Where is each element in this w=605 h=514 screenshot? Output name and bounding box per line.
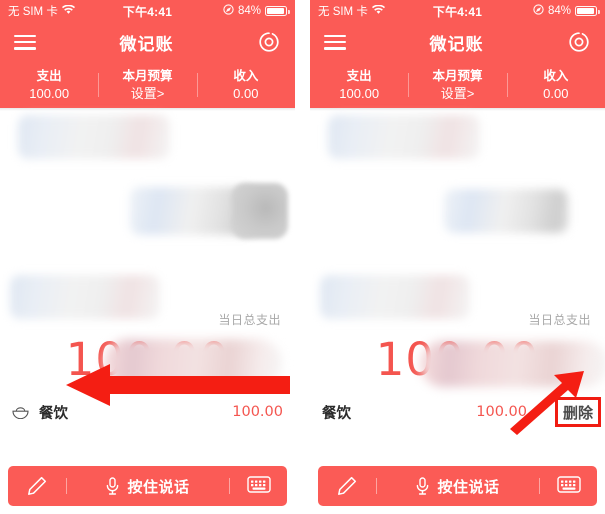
battery-icon [265,6,290,16]
keyboard-button[interactable] [229,466,287,506]
stat-income-label: 收入 [543,68,569,83]
stat-budget-label: 本月预算 [122,68,173,83]
keyboard-button[interactable] [539,466,597,506]
keyboard-icon [247,475,271,497]
status-bar: 无 SIM 卡 下午4:41 84% [0,0,295,22]
stat-expense-label: 支出 [36,68,62,83]
status-bar-right: 84% [533,4,600,18]
pencil-icon [336,475,358,497]
entry-amount: 100.00 [476,404,527,420]
total-label: 当日总支出 [528,313,591,327]
carrier-label: 无 SIM 卡 [318,6,368,18]
stat-expense-value: 100.00 [29,85,70,101]
total-label: 当日总支出 [218,313,281,327]
stat-income-label: 收入 [233,68,259,83]
blurred-message-3 [10,275,160,319]
microphone-icon [105,477,120,495]
bottom-bar-inner: 按住说话 [318,466,597,506]
stat-income[interactable]: 收入 0.00 [506,68,605,102]
blurred-message-1 [18,115,170,159]
battery-icon [575,6,600,16]
keyboard-icon [557,475,581,497]
bowl-icon [12,406,29,419]
wifi-icon [61,4,75,18]
panel-divider [295,0,310,514]
entry-amount: 100.00 [232,404,283,420]
status-bar: 无 SIM 卡 下午4:41 84% [310,0,605,22]
stats-row: 支出 100.00 本月预算 设置> 收入 0.00 [310,62,605,108]
bottom-input-bar: 按住说话 [0,462,295,514]
status-bar-left: 无 SIM 卡 [318,3,385,19]
pencil-button[interactable] [8,466,66,506]
entry-row[interactable]: 餐饮 100.00 [0,397,295,427]
stat-budget-label: 本月预算 [432,68,483,83]
hold-to-speak-label: 按住说话 [437,478,500,496]
hold-to-speak-label: 按住说话 [127,478,190,496]
panel-right: 无 SIM 卡 下午4:41 84% 微记账 支出 100.00 本月预算 设置… [310,0,605,514]
battery-percent: 84% [547,5,571,17]
entry-category-group: 餐饮 [322,402,351,423]
carrier-label: 无 SIM 卡 [8,6,58,18]
blurred-redaction-overlay [104,339,282,387]
stat-budget-value[interactable]: 设置> [408,85,506,103]
stat-income[interactable]: 收入 0.00 [196,68,295,102]
status-bar-left: 无 SIM 卡 [8,3,75,19]
stat-expense[interactable]: 支出 100.00 [0,68,98,102]
pie-chart-icon[interactable] [257,30,281,54]
microphone-icon [415,477,430,495]
app-bar: 微记账 [0,22,295,62]
screenshot-stage: 无 SIM 卡 下午4:41 84% 微记账 支出 100.00 本月预算 设置… [0,0,605,514]
location-arrow-icon [533,4,544,18]
chat-body: 当日总支出 100.00 餐饮 100.00 [0,111,295,465]
pie-chart-icon[interactable] [567,30,591,54]
blurred-avatar [232,183,288,239]
chat-body: 当日总支出 100.00 餐饮 100.00 删除 [310,111,605,465]
wifi-icon [371,4,385,18]
battery-percent: 84% [237,5,261,17]
hold-to-speak-button[interactable]: 按住说话 [66,466,229,506]
hamburger-menu-icon[interactable] [324,34,346,50]
panel-left: 无 SIM 卡 下午4:41 84% 微记账 支出 100.00 本月预算 设置… [0,0,295,514]
pencil-button[interactable] [318,466,376,506]
page-title: 微记账 [119,34,174,54]
hold-to-speak-button[interactable]: 按住说话 [376,466,539,506]
stat-expense-label: 支出 [346,68,372,83]
location-arrow-icon [223,4,234,18]
hamburger-menu-icon[interactable] [14,34,36,50]
stat-expense[interactable]: 支出 100.00 [310,68,408,102]
bottom-input-bar: 按住说话 [310,462,605,514]
app-bar: 微记账 [310,22,605,62]
entry-category-group: 餐饮 [12,402,68,423]
stat-budget[interactable]: 本月预算 设置> [98,68,196,102]
blurred-message-1 [328,115,480,159]
bottom-bar-inner: 按住说话 [8,466,287,506]
delete-button[interactable]: 删除 [554,397,601,427]
stat-budget[interactable]: 本月预算 设置> [408,68,506,102]
blurred-redaction-overlay [420,341,605,387]
entry-category: 餐饮 [322,405,351,422]
stat-income-value: 0.00 [543,85,569,101]
status-bar-right: 84% [223,4,290,18]
stat-budget-value[interactable]: 设置> [98,85,196,103]
blurred-message-2 [444,189,568,233]
page-title: 微记账 [429,34,484,54]
stat-expense-value: 100.00 [339,85,380,101]
stats-row: 支出 100.00 本月预算 设置> 收入 0.00 [0,62,295,108]
entry-category: 餐饮 [39,405,68,422]
pencil-icon [26,475,48,497]
stat-income-value: 0.00 [233,85,259,101]
blurred-message-3 [320,275,470,319]
